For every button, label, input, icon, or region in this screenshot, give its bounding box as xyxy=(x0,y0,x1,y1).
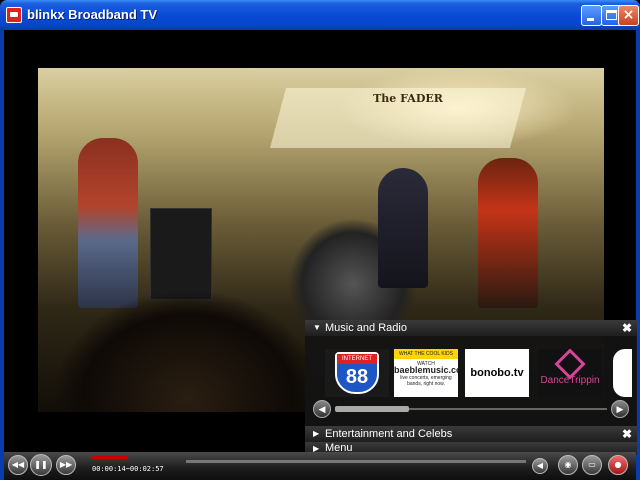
seek-bar[interactable] xyxy=(186,460,526,463)
bassist-right xyxy=(478,158,538,308)
panel-close-icon[interactable]: ✖ xyxy=(622,320,632,336)
carousel-scroll-thumb[interactable] xyxy=(335,406,409,412)
88hiphop-logo: INTERNET 88 xyxy=(335,352,379,394)
channel-dancetrippin[interactable]: DanceTrippin xyxy=(538,349,602,397)
record-button[interactable]: ● xyxy=(608,455,628,475)
audience xyxy=(38,248,338,412)
carousel-next-button[interactable]: ▶ xyxy=(611,400,629,418)
window-title: blinkx Broadband TV xyxy=(27,7,158,22)
logo-text: live concerts, emerging bands, right now… xyxy=(400,375,452,387)
channel-bonobo[interactable]: bonobo.tv xyxy=(465,349,529,397)
collapsed-triangle-icon: ▶ xyxy=(313,429,320,438)
window-frame-left xyxy=(0,30,4,480)
carousel-prev-button[interactable]: ◀ xyxy=(313,400,331,418)
channel-88hiphop[interactable]: INTERNET 88 xyxy=(325,349,389,397)
section-label: Music and Radio xyxy=(325,322,407,334)
section-close-icon[interactable]: ✖ xyxy=(622,426,632,442)
time-display: 00:00:14~00:02:57 xyxy=(92,465,164,473)
drummer xyxy=(378,168,428,288)
player-controls: ◀◀ ❚❚ ▶▶ 00:00:14~00:02:57 ◀ ◉ ▭ ● xyxy=(4,452,636,480)
title-bar: blinkx Broadband TV × xyxy=(0,0,640,30)
channel-panel: ▼ Music and Radio ✖ INTERNET 88 WHAT THE … xyxy=(305,320,637,455)
section-label: Entertainment and Celebs xyxy=(325,428,453,440)
buffer-indicator xyxy=(92,456,127,459)
blinkx-tv-icon[interactable] xyxy=(6,7,22,23)
channel-baeblemusic[interactable]: WHAT THE COOL KIDS WATCH baeblemusic.com… xyxy=(394,349,458,397)
screen-mode-button[interactable]: ▭ xyxy=(582,455,602,475)
logo-text: 88 xyxy=(345,366,369,388)
section-header-music[interactable]: ▼ Music and Radio ✖ xyxy=(305,320,637,336)
close-icon: × xyxy=(622,7,635,23)
volume-icon[interactable]: ◉ xyxy=(558,455,578,475)
logo-text: bonobo.tv xyxy=(470,367,524,379)
forward-button[interactable]: ▶▶ xyxy=(56,455,76,475)
logo-text: WHAT THE COOL KIDS WATCH xyxy=(394,349,458,367)
channel-carousel: INTERNET 88 WHAT THE COOL KIDS WATCH bae… xyxy=(317,349,632,397)
close-button[interactable]: × xyxy=(618,5,639,26)
expanded-triangle-icon: ▼ xyxy=(313,323,321,332)
pause-button[interactable]: ❚❚ xyxy=(30,454,52,476)
volume-down-button[interactable]: ◀ xyxy=(532,458,548,474)
rewind-button[interactable]: ◀◀ xyxy=(8,455,28,475)
logo-text: INTERNET xyxy=(337,354,377,364)
section-header-entertainment[interactable]: ▶ Entertainment and Celebs ✖ xyxy=(305,426,637,442)
minimize-button[interactable] xyxy=(581,5,602,26)
stage-sign: The FADER xyxy=(373,92,443,105)
channel-next-partial[interactable] xyxy=(613,349,632,397)
logo-text: baeblemusic.com xyxy=(394,365,458,375)
